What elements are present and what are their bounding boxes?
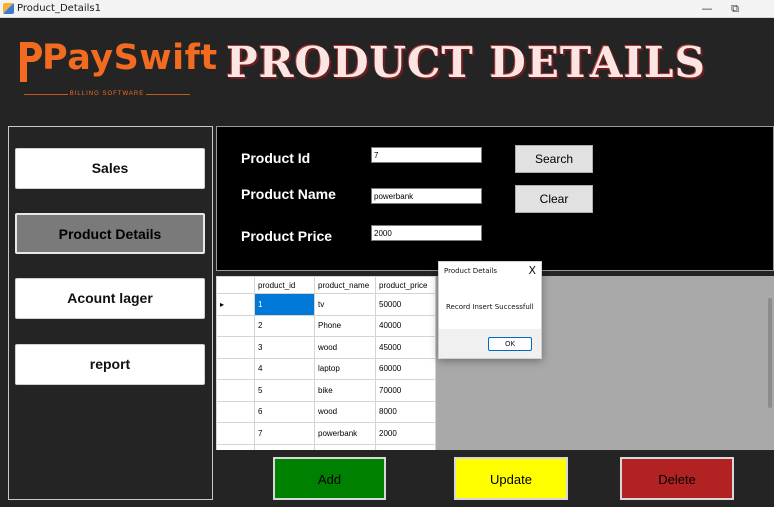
app-icon — [3, 3, 14, 14]
dialog-message: Record Insert Successfull — [446, 303, 534, 311]
cell-product-price[interactable]: 50000 — [375, 293, 436, 316]
cell-product-id[interactable]: 6 — [254, 400, 315, 423]
row-selector[interactable] — [216, 314, 255, 337]
message-dialog: Product Details X Record Insert Successf… — [438, 261, 542, 359]
cell-product-price[interactable]: 40000 — [375, 314, 436, 337]
page-title: PRODUCT DETAILS — [226, 38, 706, 87]
table-header-row: product_id product_name product_price — [216, 276, 436, 294]
clear-button[interactable]: Clear — [515, 185, 593, 213]
logo-text: PaySwift — [42, 38, 218, 78]
column-header-product-price[interactable]: product_price — [375, 276, 436, 294]
sidebar-item-account-ledger[interactable]: Acount lager — [15, 278, 205, 319]
product-form: Product Id Product Name Product Price Se… — [216, 126, 774, 271]
search-button[interactable]: Search — [515, 145, 593, 173]
minimize-icon[interactable]: — — [692, 1, 722, 17]
cell-product-name[interactable] — [314, 443, 376, 450]
cell-product-name[interactable]: bike — [314, 379, 376, 402]
close-icon[interactable]: X — [528, 264, 536, 277]
row-selector[interactable]: ▸ — [216, 293, 255, 316]
cell-product-price[interactable]: 2000 — [375, 422, 436, 445]
add-button[interactable]: Add — [273, 457, 386, 500]
restore-icon[interactable]: ⧉ — [720, 1, 750, 17]
column-header-product-id[interactable]: product_id — [254, 276, 315, 294]
product-price-input[interactable] — [371, 225, 482, 241]
table-row[interactable]: 3 wood 45000 — [216, 336, 436, 359]
sidebar: Sales Product Details Acount lager repor… — [8, 126, 213, 500]
dialog-title: Product Details — [444, 267, 498, 275]
product-table: product_id product_name product_price ▸ … — [216, 276, 436, 450]
cell-product-price[interactable] — [375, 443, 436, 450]
row-selector[interactable] — [216, 357, 255, 380]
table-row-new[interactable] — [216, 443, 436, 450]
payswift-logo: PaySwift BILLING SOFTWARE — [18, 38, 217, 102]
cell-product-name[interactable]: Phone — [314, 314, 376, 337]
table-row[interactable]: 5 bike 70000 — [216, 379, 436, 402]
row-selector[interactable] — [216, 336, 255, 359]
cell-product-price[interactable]: 45000 — [375, 336, 436, 359]
logo-subtitle: BILLING SOFTWARE — [24, 91, 190, 97]
ok-button[interactable]: OK — [488, 337, 532, 351]
delete-button[interactable]: Delete — [620, 457, 734, 500]
window-titlebar: Product_Details1 — ⧉ — [0, 0, 774, 18]
cell-product-id[interactable]: 7 — [254, 422, 315, 445]
window-title: Product_Details1 — [17, 3, 101, 14]
table-row[interactable]: 2 Phone 40000 — [216, 314, 436, 337]
cell-product-name[interactable]: powerbank — [314, 422, 376, 445]
table-row[interactable]: ▸ 1 tv 50000 — [216, 293, 436, 316]
cell-product-price[interactable]: 70000 — [375, 379, 436, 402]
cell-product-id[interactable]: 4 — [254, 357, 315, 380]
header: PaySwift BILLING SOFTWARE PRODUCT DETAIL… — [0, 18, 774, 123]
row-selector[interactable] — [216, 422, 255, 445]
product-name-label: Product Name — [241, 186, 336, 202]
product-price-label: Product Price — [241, 228, 333, 244]
cell-product-price[interactable]: 8000 — [375, 400, 436, 423]
sidebar-item-product-details[interactable]: Product Details — [15, 213, 205, 254]
table-row[interactable]: 4 laptop 60000 — [216, 357, 436, 380]
row-selector[interactable] — [216, 400, 255, 423]
cell-product-id[interactable]: 3 — [254, 336, 315, 359]
row-selector[interactable] — [216, 379, 255, 402]
column-header-product-name[interactable]: product_name — [314, 276, 376, 294]
product-id-input[interactable] — [371, 147, 482, 163]
update-button[interactable]: Update — [454, 457, 568, 500]
cell-product-id[interactable]: 2 — [254, 314, 315, 337]
vertical-scrollbar[interactable] — [768, 298, 772, 408]
logo-p-icon — [20, 42, 42, 82]
cell-product-name[interactable]: wood — [314, 400, 376, 423]
cell-product-id[interactable] — [254, 443, 315, 450]
cell-product-id[interactable]: 5 — [254, 379, 315, 402]
table-row[interactable]: 6 wood 8000 — [216, 400, 436, 423]
table-row[interactable]: 7 powerbank 2000 — [216, 422, 436, 445]
product-id-label: Product Id — [241, 150, 311, 166]
row-header-corner[interactable] — [216, 276, 255, 294]
sidebar-item-report[interactable]: report — [15, 344, 205, 385]
product-name-input[interactable] — [371, 188, 482, 204]
cell-product-price[interactable]: 60000 — [375, 357, 436, 380]
row-selector[interactable] — [216, 443, 255, 450]
dialog-footer: OK — [439, 329, 541, 358]
cell-product-name[interactable]: laptop — [314, 357, 376, 380]
cell-product-id[interactable]: 1 — [254, 293, 315, 316]
dialog-titlebar: Product Details X — [439, 262, 541, 282]
cell-product-name[interactable]: tv — [314, 293, 376, 316]
sidebar-item-sales[interactable]: Sales — [15, 148, 205, 189]
cell-product-name[interactable]: wood — [314, 336, 376, 359]
